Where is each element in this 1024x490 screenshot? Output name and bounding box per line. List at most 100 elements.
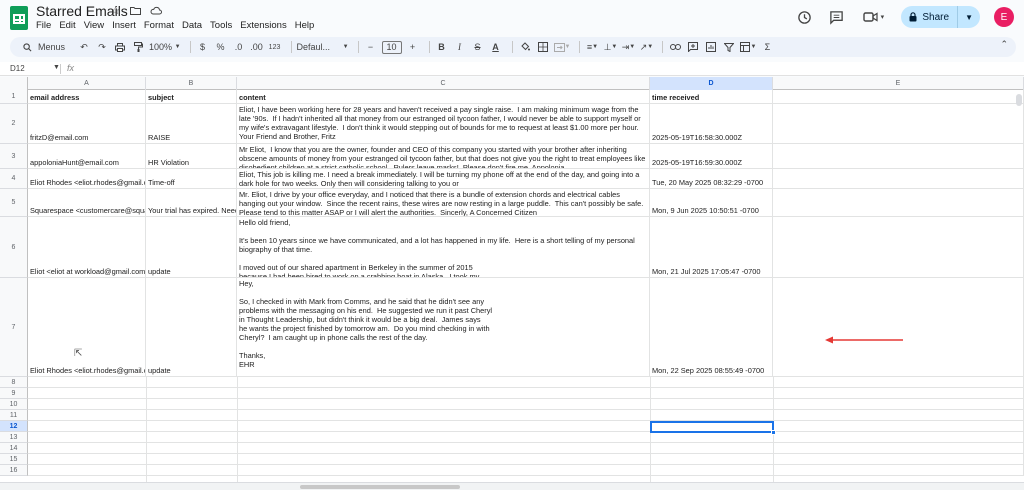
cell-subject[interactable]: update (146, 278, 237, 377)
collapse-toolbar-icon[interactable]: ⌃ (1000, 39, 1008, 50)
text-color-icon[interactable]: A (489, 39, 503, 55)
vertical-align-icon[interactable]: ⊥ ▼ (603, 39, 618, 55)
row-header-15[interactable]: 15 (0, 454, 28, 465)
version-history-icon[interactable] (795, 8, 813, 26)
menu-data[interactable]: Data (178, 20, 206, 31)
selected-cell-d12[interactable] (650, 421, 774, 433)
cell-email[interactable]: fritzD@email.com (28, 104, 146, 144)
cell-content[interactable]: Eliot, I have been working here for 28 y… (237, 104, 650, 144)
table-cell[interactable] (773, 278, 1024, 377)
avatar[interactable]: E (994, 7, 1014, 27)
empty-row[interactable] (28, 421, 1024, 432)
decrease-decimal-button[interactable]: .0 (232, 39, 246, 55)
cell-time[interactable]: 2025-05-19T16:58:30.000Z (650, 104, 773, 144)
cell-time[interactable]: Mon, 21 Jul 2025 17:05:47 -0700 (650, 217, 773, 278)
zoom-select[interactable]: 100% ▼ (149, 39, 181, 55)
menu-format[interactable]: Format (140, 20, 178, 31)
row-header-1[interactable]: 1 (0, 90, 28, 104)
column-header-b[interactable]: B (146, 77, 237, 90)
italic-icon[interactable]: I (453, 39, 467, 55)
table-cell[interactable] (773, 90, 1024, 104)
empty-row[interactable] (28, 410, 1024, 421)
decrease-font-size-button[interactable]: − (364, 39, 378, 55)
cell-subject[interactable]: Time-off (146, 169, 237, 189)
empty-row[interactable] (28, 388, 1024, 399)
column-header-c[interactable]: C (237, 77, 650, 90)
empty-row[interactable] (28, 443, 1024, 454)
functions-icon[interactable]: Σ (760, 39, 774, 55)
font-size-input[interactable]: 10 (381, 40, 402, 54)
comments-icon[interactable] (827, 8, 845, 26)
meet-video-icon[interactable]: ▾ (859, 8, 887, 26)
empty-row[interactable] (28, 432, 1024, 443)
filter-icon[interactable] (722, 39, 736, 55)
row-header-7[interactable]: 7 (0, 278, 28, 377)
row-header-8[interactable]: 8 (0, 377, 28, 388)
filter-views-icon[interactable]: ▼ (740, 39, 756, 55)
increase-decimal-button[interactable]: .00 (250, 39, 264, 55)
row-header-10[interactable]: 10 (0, 399, 28, 410)
table-cell[interactable] (773, 144, 1024, 169)
horizontal-scrollbar[interactable] (300, 485, 460, 489)
column-header-e[interactable]: E (773, 77, 1024, 90)
header-time-received[interactable]: time received (650, 90, 773, 104)
cell-content[interactable]: Hey, So, I checked in with Mark from Com… (237, 278, 650, 377)
print-icon[interactable] (113, 39, 127, 55)
share-main[interactable]: Share (901, 6, 957, 28)
cell-subject[interactable]: update (146, 217, 237, 278)
move-folder-icon[interactable] (129, 4, 142, 17)
empty-row[interactable] (28, 465, 1024, 476)
cell-time[interactable]: 2025-05-19T16:59:30.000Z (650, 144, 773, 169)
menu-help[interactable]: Help (291, 20, 319, 31)
sheets-logo-icon[interactable] (10, 6, 28, 30)
undo-icon[interactable]: ↶ (77, 39, 91, 55)
select-all-corner[interactable] (0, 77, 28, 90)
percent-format-button[interactable]: % (214, 39, 228, 55)
strikethrough-icon[interactable]: S (471, 39, 485, 55)
menu-extensions[interactable]: Extensions (236, 20, 290, 31)
fill-color-icon[interactable] (518, 39, 532, 55)
insert-comment-icon[interactable] (686, 39, 700, 55)
merge-cells-icon[interactable]: ▼ (553, 39, 570, 55)
table-cell[interactable] (773, 169, 1024, 189)
borders-icon[interactable] (536, 39, 550, 55)
insert-chart-icon[interactable] (704, 39, 718, 55)
row-header-11[interactable]: 11 (0, 410, 28, 421)
cell-subject[interactable]: Your trial has expired. Neec (146, 189, 237, 217)
increase-font-size-button[interactable]: + (406, 39, 420, 55)
paint-format-icon[interactable] (131, 39, 145, 55)
row-header-3[interactable]: 3 (0, 144, 28, 169)
row-header-4[interactable]: 4 (0, 169, 28, 189)
search-menus-icon[interactable] (20, 39, 34, 55)
cell-subject[interactable]: RAISE (146, 104, 237, 144)
bold-icon[interactable]: B (435, 39, 449, 55)
horizontal-align-icon[interactable]: ≡ ▼ (585, 39, 599, 55)
cell-time[interactable]: Tue, 20 May 2025 08:32:29 -0700 (650, 169, 773, 189)
cell-email[interactable]: Eliot Rhodes <eliot.rhodes@gmail.c (28, 278, 146, 377)
cell-email[interactable]: Squarespace <customercare@squa (28, 189, 146, 217)
redo-icon[interactable]: ↷ (95, 39, 109, 55)
share-button[interactable]: Share ▼ (901, 6, 980, 28)
menu-tools[interactable]: Tools (206, 20, 236, 31)
menu-view[interactable]: View (80, 20, 108, 31)
cell-email[interactable]: Eliot Rhodes <eliot.rhodes@gmail.c (28, 169, 146, 189)
header-subject[interactable]: subject (146, 90, 237, 104)
cell-content[interactable]: Mr. Eliot, I drive by your office everyd… (237, 189, 650, 217)
column-header-d[interactable]: D (650, 77, 773, 90)
cell-content[interactable]: Mr Eliot, I know that you are the owner,… (237, 144, 650, 169)
menu-file[interactable]: File (36, 20, 55, 31)
menu-insert[interactable]: Insert (108, 20, 140, 31)
row-header-9[interactable]: 9 (0, 388, 28, 399)
name-box[interactable]: D12 (10, 64, 50, 73)
row-header-14[interactable]: 14 (0, 443, 28, 454)
empty-row[interactable] (28, 399, 1024, 410)
empty-row[interactable] (28, 377, 1024, 388)
row-header-2[interactable]: 2 (0, 104, 28, 144)
text-wrap-icon[interactable]: ⇥ ▼ (621, 39, 636, 55)
row-header-12[interactable]: 12 (0, 421, 28, 432)
currency-format-button[interactable]: $ (196, 39, 210, 55)
cell-email[interactable]: appoloniaHunt@email.com (28, 144, 146, 169)
row-header-5[interactable]: 5 (0, 189, 28, 217)
header-content[interactable]: content (237, 90, 650, 104)
chevron-down-icon[interactable]: ▼ (53, 64, 60, 71)
